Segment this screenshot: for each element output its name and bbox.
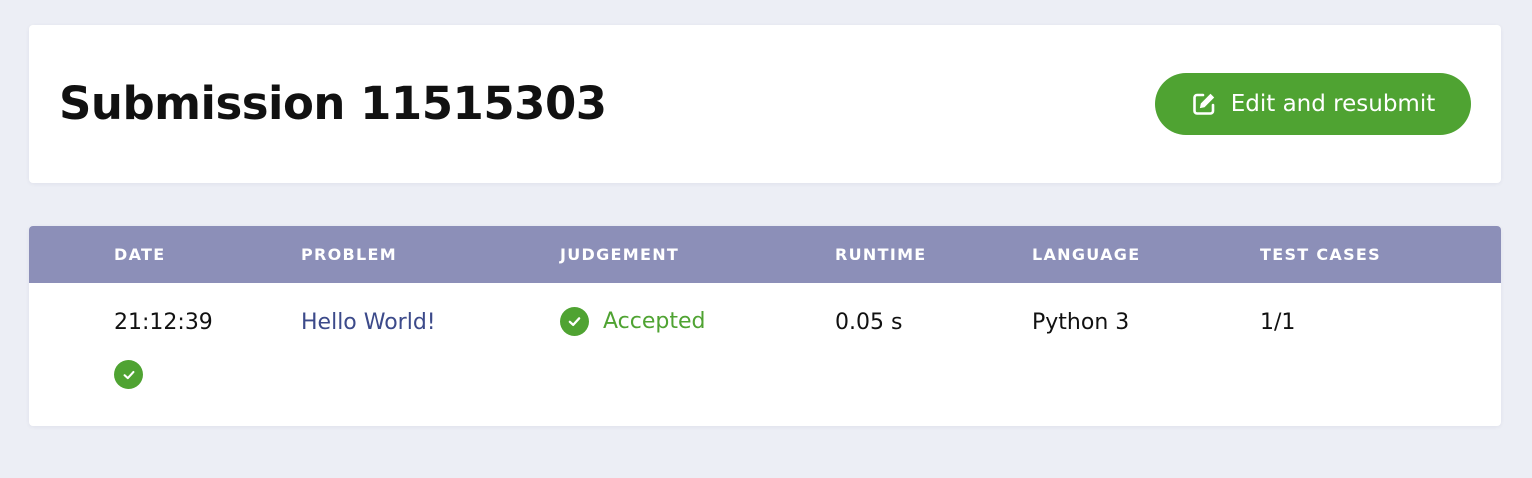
check-circle-icon	[560, 307, 589, 336]
column-header-judgement: JUDGEMENT	[560, 245, 680, 264]
edit-icon	[1191, 91, 1217, 117]
testcase-check-circle-icon[interactable]	[114, 360, 143, 389]
cell-date: 21:12:39	[114, 310, 213, 335]
table-header-row: DATE PROBLEM JUDGEMENT RUNTIME LANGUAGE …	[29, 226, 1501, 283]
judgement-label: Accepted	[603, 308, 706, 334]
cell-language: Python 3	[1032, 310, 1130, 335]
column-header-problem: PROBLEM	[301, 245, 397, 264]
submission-header-card: Submission 11515303 Edit and resubmit	[29, 25, 1501, 183]
column-header-date: DATE	[114, 245, 166, 264]
cell-test-cases: 1/1	[1260, 310, 1296, 335]
column-header-runtime: RUNTIME	[835, 245, 927, 264]
edit-and-resubmit-label: Edit and resubmit	[1230, 91, 1436, 117]
page: Submission 11515303 Edit and resubmit DA…	[0, 0, 1532, 478]
problem-link[interactable]: Hello World!	[301, 310, 436, 336]
cell-runtime: 0.05 s	[835, 310, 903, 335]
column-header-test-cases: TEST CASES	[1260, 245, 1381, 264]
cell-judgement: Accepted	[560, 307, 705, 336]
column-header-language: LANGUAGE	[1032, 245, 1141, 264]
edit-and-resubmit-button[interactable]: Edit and resubmit	[1155, 73, 1471, 135]
submission-table: DATE PROBLEM JUDGEMENT RUNTIME LANGUAGE …	[29, 226, 1501, 426]
page-title: Submission 11515303	[59, 77, 607, 130]
